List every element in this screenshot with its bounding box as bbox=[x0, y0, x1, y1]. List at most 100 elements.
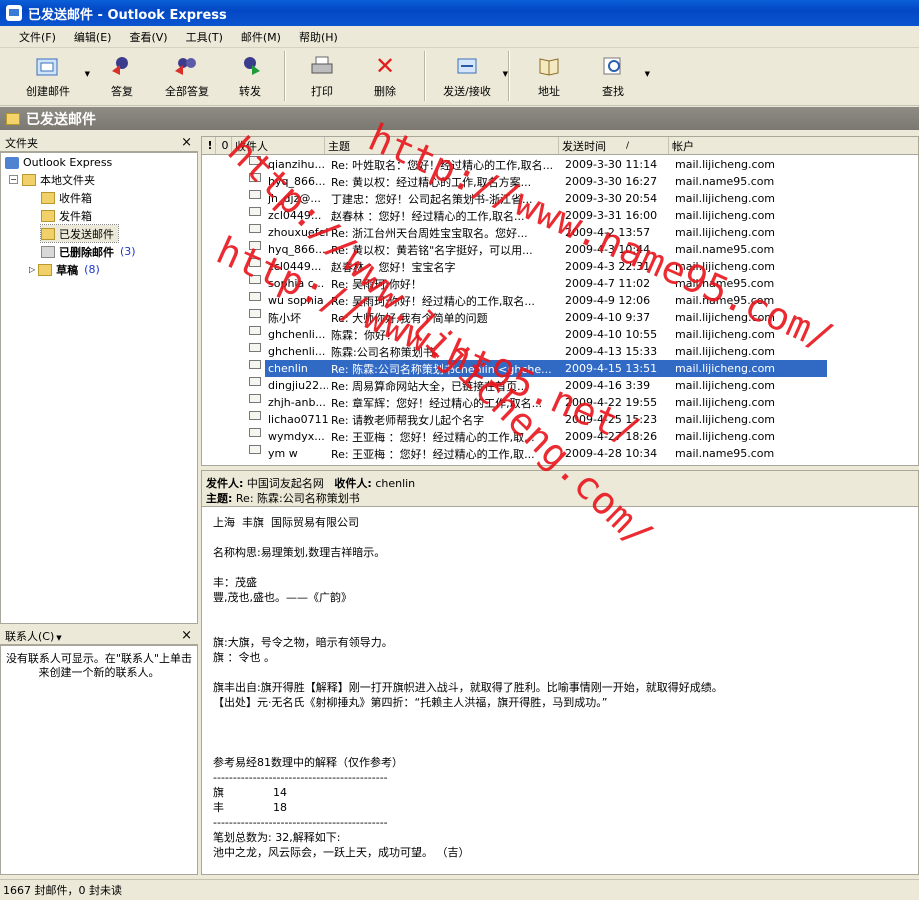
message-to: 陈小坏 bbox=[268, 311, 301, 325]
reply-button[interactable]: 答复 bbox=[92, 48, 152, 104]
message-row[interactable]: ghchenli... 陈霖:公司名称策划书 2009-4-13 15:33 mail… bbox=[202, 343, 918, 360]
tree-item-inbox[interactable]: 收件箱 bbox=[41, 189, 92, 206]
message-subject: 丁建忠：您好！公司起名策划书-浙江省... bbox=[331, 192, 533, 206]
tree-item-deleted-items[interactable]: 已删除邮件 (3) bbox=[41, 243, 136, 260]
expand-arrow-icon[interactable]: ▷ bbox=[29, 265, 35, 274]
message-subject: Re: 黄以权：经过精心的工作,取名方案... bbox=[331, 175, 532, 189]
chevron-down-icon[interactable]: ▼ bbox=[645, 70, 650, 78]
message-row[interactable]: 陈小坏 Re: 大师你好,我有个简单的问题 2009-4-10 9:37 mail.l… bbox=[202, 309, 918, 326]
message-to: zcl0449... bbox=[268, 209, 322, 222]
message-row[interactable]: ym w Re: 王亚梅 ：您好！经过精心的工作,取... 2009-4-28 10… bbox=[202, 445, 918, 462]
send-receive-button[interactable]: 发送/接收 ▼ bbox=[432, 48, 508, 104]
message-row[interactable]: dingjiu22... Re: 周易算命网站大全，已链接在首页... 2009-4… bbox=[202, 377, 918, 394]
message-date: 2009-4-3 22:31 bbox=[565, 260, 651, 273]
message-to: chenlin bbox=[265, 360, 328, 377]
column-account[interactable]: 帐户 bbox=[669, 137, 918, 154]
message-subject: Re: 大师你好,我有个简单的问题 bbox=[331, 311, 488, 325]
left-pane: 文件夹 × Outlook Express − 本地文件夹 收件箱 发件箱 已发送… bbox=[0, 134, 198, 875]
message-to: ghchenli... bbox=[268, 328, 326, 341]
message-subject: Re: 王亚梅 ：您好！经过精心的工作,取... bbox=[331, 447, 535, 461]
message-account: mail.name95.com bbox=[675, 294, 775, 307]
column-attachment[interactable]: 0 bbox=[216, 137, 232, 154]
menu-tools[interactable]: 工具(T) bbox=[177, 29, 232, 45]
envelope-icon bbox=[249, 224, 261, 233]
message-row[interactable]: qianzihu... Re: 叶姓取名：您好！经过精心的工作,取名... 2009… bbox=[202, 156, 918, 173]
reply-all-button[interactable]: 全部答复 bbox=[152, 48, 222, 104]
message-account: mail.lijicheng.com bbox=[675, 260, 776, 273]
chevron-down-icon[interactable]: ▼ bbox=[56, 634, 61, 642]
toolbar-separator bbox=[424, 51, 426, 101]
preview-pane: 发件人: 中国词友起名网 收件人: chenlin 主题: Re: 陈霖:公司名… bbox=[201, 470, 919, 875]
column-priority[interactable]: ! bbox=[202, 137, 216, 154]
contacts-menu[interactable]: 联系人(C) ▼ bbox=[5, 628, 62, 644]
message-row[interactable]: wu sophia Re: 吴雨珂:你好！经过精心的工作,取名... 2009-4-… bbox=[202, 292, 918, 309]
message-row[interactable]: zcl0449... 赵春林 ：您好！经过精心的工作,取名... 2009-3-31… bbox=[202, 207, 918, 224]
message-to: ghchenli... bbox=[268, 345, 326, 358]
envelope-icon bbox=[249, 445, 261, 454]
message-date: 2009-4-27 18:26 bbox=[565, 430, 658, 443]
chevron-down-icon[interactable]: ▼ bbox=[503, 70, 508, 78]
message-to: wu sophia bbox=[268, 294, 324, 307]
message-date: 2009-4-2 13:57 bbox=[565, 226, 651, 239]
new-mail-button[interactable]: 创建邮件 ▼ bbox=[12, 48, 90, 104]
outbox-icon bbox=[41, 209, 55, 222]
message-row[interactable]: ghchenli... 陈霖：你好！ 2009-4-10 10:55 mail.lij… bbox=[202, 326, 918, 343]
collapse-icon[interactable]: − bbox=[9, 175, 18, 184]
chevron-down-icon[interactable]: ▼ bbox=[85, 70, 90, 78]
menu-file[interactable]: 文件(F) bbox=[10, 29, 65, 45]
addresses-button[interactable]: 地址 bbox=[516, 48, 582, 104]
message-row[interactable]: zhjh-anb... Re: 章军辉：您好！经过精心的工作,取名... 2009-… bbox=[202, 394, 918, 411]
close-icon[interactable]: × bbox=[181, 135, 192, 150]
message-account: mail.lijicheng.com bbox=[675, 226, 776, 239]
menu-message[interactable]: 邮件(M) bbox=[232, 29, 290, 45]
message-row[interactable]: zcl0449... 赵春林 ：您好！宝宝名字 2009-4-3 22:31 mail… bbox=[202, 258, 918, 275]
toolbar-separator bbox=[508, 51, 510, 101]
message-row[interactable]: zhouxuefei Re: 浙江台州天台周姓宝宝取名。您好... 2009-4-2… bbox=[202, 224, 918, 241]
envelope-icon bbox=[249, 411, 261, 420]
close-icon[interactable]: × bbox=[181, 628, 192, 643]
folder-header: 已发送邮件 bbox=[0, 107, 919, 130]
message-row[interactable]: hyq_866... Re: 黄以权：黄若铭"名字挺好，可以用... 2009-4-… bbox=[202, 241, 918, 258]
menu-view[interactable]: 查看(V) bbox=[120, 29, 176, 45]
message-account: mail.lijicheng.com bbox=[675, 413, 776, 426]
menu-edit[interactable]: 编辑(E) bbox=[65, 29, 121, 45]
send-receive-icon bbox=[453, 54, 481, 78]
envelope-icon bbox=[249, 360, 261, 369]
tree-item-outbox[interactable]: 发件箱 bbox=[41, 207, 92, 224]
delete-button[interactable]: ✕ 删除 bbox=[352, 48, 418, 104]
forward-button[interactable]: 转发 bbox=[222, 48, 278, 104]
tree-item-sent-items[interactable]: 已发送邮件 bbox=[40, 224, 119, 243]
message-date: 2009-4-16 3:39 bbox=[565, 379, 651, 392]
outlook-express-icon bbox=[6, 5, 22, 21]
message-date: 2009-3-30 20:54 bbox=[565, 192, 658, 205]
message-date: 2009-4-9 12:06 bbox=[565, 294, 651, 307]
tree-item-local-folders[interactable]: − 本地文件夹 bbox=[9, 171, 95, 188]
tree-item-outlook-express[interactable]: Outlook Express bbox=[5, 154, 112, 171]
printer-icon bbox=[308, 54, 336, 78]
message-account: mail.lijicheng.com bbox=[675, 379, 776, 392]
toolbar-separator bbox=[284, 51, 286, 101]
message-row[interactable]: wymdyx... Re: 王亚梅 ：您好！经过精心的工作,取... 2009-4-… bbox=[202, 428, 918, 445]
message-row[interactable]: jh_djz@... 丁建忠：您好！公司起名策划书-浙江省... 2009-3-30… bbox=[202, 190, 918, 207]
message-row[interactable]: hyq_866... Re: 黄以权：经过精心的工作,取名方案... 2009-3-… bbox=[202, 173, 918, 190]
print-button[interactable]: 打印 bbox=[292, 48, 352, 104]
sort-indicator-icon: / bbox=[626, 140, 630, 151]
find-button[interactable]: 查找 ▼ bbox=[582, 48, 650, 104]
folder-icon bbox=[6, 112, 20, 125]
message-date: 2009-4-3 10:44 bbox=[565, 243, 651, 256]
message-row[interactable]: sophia c... Re: 吴雨珂:你好！ 2009-4-7 11:02 mail… bbox=[202, 275, 918, 292]
message-row[interactable]: chenlin Re: 陈霖:公司名称策划书chenlin <ghche... 20… bbox=[202, 360, 918, 377]
message-date: 2009-4-15 13:51 bbox=[562, 360, 672, 377]
column-subject[interactable]: 主题 bbox=[325, 137, 559, 154]
envelope-icon bbox=[249, 258, 261, 267]
envelope-icon bbox=[249, 428, 261, 437]
tree-item-drafts[interactable]: ▷ 草稿 (8) bbox=[29, 261, 100, 278]
drafts-icon bbox=[38, 263, 53, 276]
menu-help[interactable]: 帮助(H) bbox=[290, 29, 347, 45]
message-to: dingjiu22... bbox=[268, 379, 328, 392]
new-mail-icon bbox=[34, 54, 62, 78]
column-sent[interactable]: 发送时间 / bbox=[559, 137, 669, 154]
column-to[interactable]: 收件人 bbox=[232, 137, 325, 154]
message-row[interactable]: lichao0711 Re: 请教老师帮我女儿起个名字 2009-4-25 15:2… bbox=[202, 411, 918, 428]
status-text: 1667 封邮件，0 封未读 bbox=[3, 884, 122, 897]
